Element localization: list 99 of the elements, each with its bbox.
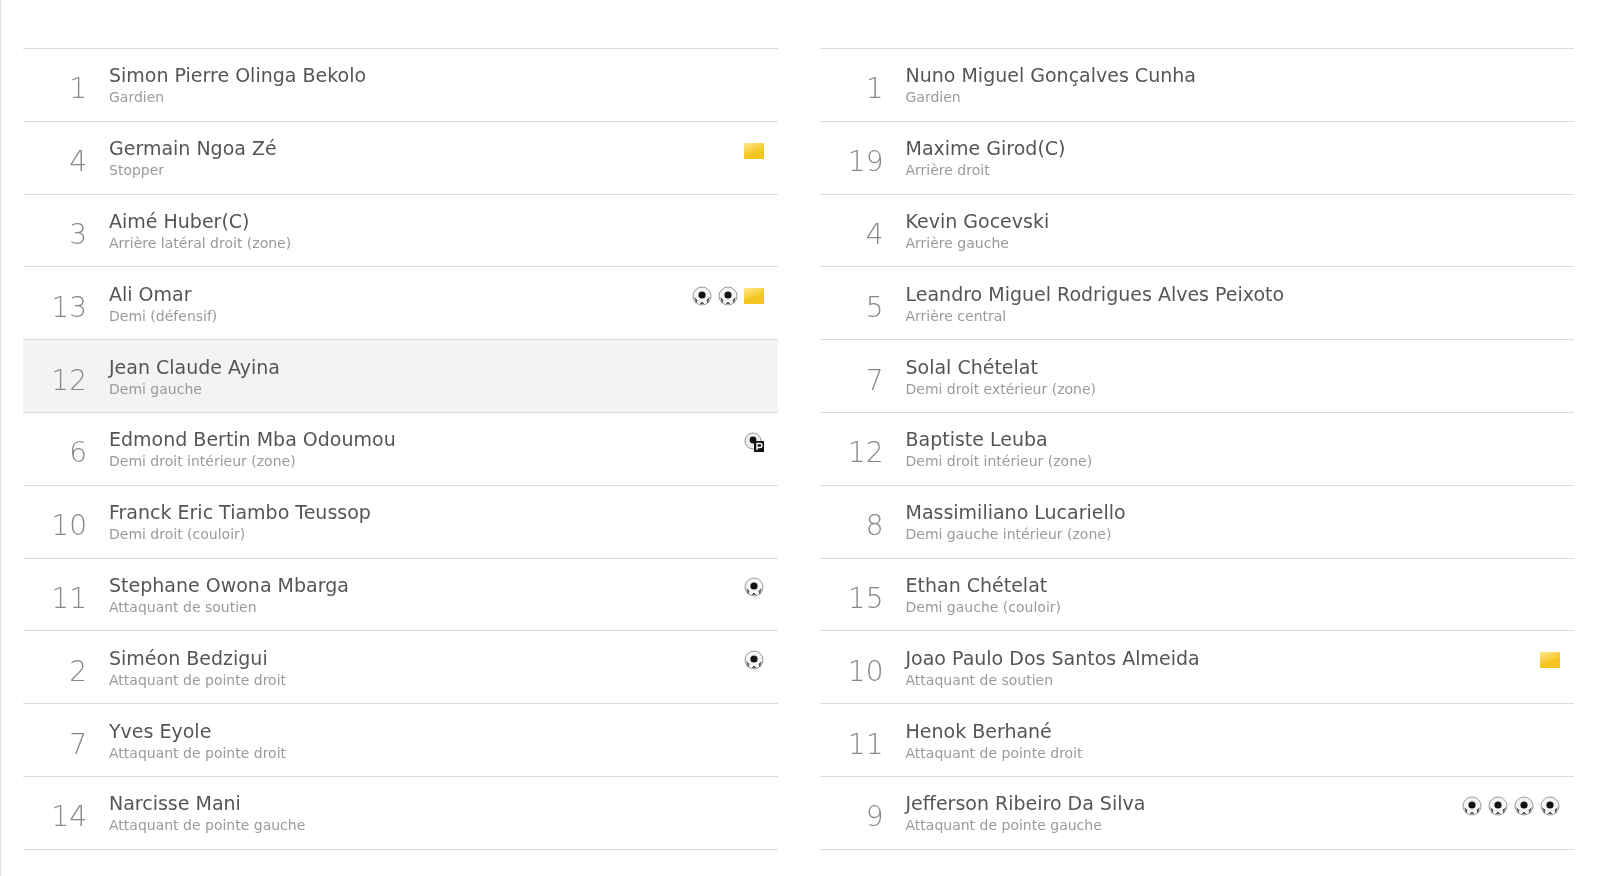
player-name: Nuno Miguel Gonçalves Cunha bbox=[905, 64, 1197, 87]
booking-card-icon bbox=[743, 142, 764, 159]
shirt-number: 1 bbox=[68, 71, 87, 106]
player-row[interactable]: 6 Edmond Bertin Mba Odoumou Demi droit intérieur (zone) bbox=[23, 413, 778, 486]
player-row[interactable]: 4 Kevin Gocevski Arrière gauche bbox=[819, 194, 1574, 268]
player-position: Demi (défensif) bbox=[109, 307, 219, 324]
player-name: Kevin Gocevski bbox=[905, 210, 1051, 232]
shirt-number: 8 bbox=[864, 508, 884, 543]
football-icon bbox=[1488, 795, 1508, 816]
football-icon bbox=[743, 577, 764, 598]
player-position: Stopper bbox=[109, 162, 166, 179]
player-position: Gardien bbox=[109, 89, 166, 106]
player-name: Leandro Miguel Rodrigues Alves Peixoto bbox=[905, 282, 1286, 305]
player-position: Demi gauche (couloir) bbox=[905, 598, 1062, 615]
shirt-number: 2 bbox=[68, 653, 87, 688]
player-name: Maxime Girod(C) bbox=[905, 137, 1067, 160]
shirt-number: 7 bbox=[864, 362, 884, 397]
player-position: Attaquant de pointe droit bbox=[905, 744, 1084, 761]
player-name: Franck Eric Tiambo Teussop bbox=[109, 501, 372, 524]
player-position: Attaquant de pointe gauche bbox=[905, 817, 1103, 834]
player-position: Demi gauche bbox=[109, 380, 203, 397]
football-icon bbox=[1462, 795, 1482, 816]
booking-card-icon bbox=[1540, 652, 1560, 669]
shirt-number: 14 bbox=[50, 799, 87, 834]
shirt-number: 4 bbox=[864, 217, 884, 251]
player-row[interactable]: 15 Ethan Chételat Demi gauche (couloir) bbox=[819, 558, 1574, 632]
player-name: Massimiliano Lucariello bbox=[905, 501, 1127, 524]
player-name: Aimé Huber(C) bbox=[109, 210, 251, 232]
player-row[interactable]: 5 Leandro Miguel Rodrigues Alves Peixoto Arrière central bbox=[819, 267, 1574, 341]
player-name: Narcisse Mani bbox=[109, 792, 242, 815]
shirt-number: 10 bbox=[50, 508, 87, 543]
shirt-number: 15 bbox=[846, 580, 884, 615]
player-row[interactable]: 3 Aimé Huber(C) Arrière latéral droit (zone) bbox=[23, 194, 778, 268]
player-name: Joao Paulo Dos Santos Almeida bbox=[905, 646, 1201, 669]
player-row[interactable]: 10 Franck Eric Tiambo Teussop Demi droit (couloir) bbox=[23, 485, 778, 559]
player-name: Edmond Bertin Mba Odoumou bbox=[109, 428, 397, 451]
player-row[interactable]: 19 Maxime Girod(C) Arrière droit bbox=[819, 121, 1574, 195]
player-name: Ali Omar bbox=[109, 282, 193, 305]
player-name: Jefferson Ribeiro Da Silva bbox=[905, 792, 1147, 815]
player-position: Demi gauche intérieur (zone) bbox=[905, 526, 1113, 543]
football-icon bbox=[691, 286, 712, 307]
player-row[interactable]: 9 Jefferson Ribeiro Da Silva Attaquant de pointe gauche bbox=[819, 776, 1574, 850]
shirt-number: 7 bbox=[68, 726, 87, 761]
player-name: Baptiste Leuba bbox=[905, 428, 1049, 451]
player-row[interactable]: 7 Solal Chételat Demi droit extérieur (zone) bbox=[819, 340, 1574, 413]
shirt-number: 12 bbox=[50, 362, 87, 397]
player-position: Gardien bbox=[905, 89, 962, 106]
player-row[interactable]: 10 Joao Paulo Dos Santos Almeida Attaquant de soutien bbox=[819, 631, 1574, 705]
shirt-number: 19 bbox=[846, 144, 884, 179]
player-name: Siméon Bedzigui bbox=[109, 646, 269, 669]
player-row[interactable]: 8 Massimiliano Lucariello Demi gauche intérieur (zone) bbox=[819, 485, 1574, 559]
player-position: Arrière central bbox=[905, 307, 1008, 324]
player-name: Germain Ngoa Zé bbox=[109, 137, 278, 160]
player-row[interactable]: 1 Nuno Miguel Gonçalves Cunha Gardien bbox=[819, 49, 1574, 122]
player-position: Attaquant de soutien bbox=[109, 598, 258, 615]
shirt-number: 11 bbox=[846, 726, 884, 761]
player-name: Stephane Owona Mbarga bbox=[109, 573, 350, 596]
player-position: Demi droit intérieur (zone) bbox=[905, 453, 1094, 470]
football-penalty-icon bbox=[743, 431, 764, 452]
shirt-number: 5 bbox=[864, 289, 884, 324]
shirt-number: 13 bbox=[50, 289, 87, 324]
shirt-number: 6 bbox=[68, 435, 87, 470]
shirt-number: 3 bbox=[68, 217, 87, 251]
player-name: Jean Claude Ayina bbox=[109, 355, 281, 378]
player-position: Arrière latéral droit (zone) bbox=[109, 235, 293, 251]
player-row[interactable]: 12 Jean Claude Ayina Demi gauche bbox=[23, 340, 778, 413]
shirt-number: 11 bbox=[50, 580, 87, 615]
football-icon bbox=[717, 286, 738, 307]
player-name: Henok Berhané bbox=[905, 719, 1053, 742]
player-row[interactable]: 1 Simon Pierre Olinga Bekolo Gardien bbox=[23, 49, 778, 122]
player-position: Demi droit (couloir) bbox=[109, 526, 247, 543]
player-position: Demi droit intérieur (zone) bbox=[109, 453, 297, 470]
player-name: Yves Eyole bbox=[109, 719, 213, 742]
player-position: Arrière droit bbox=[905, 162, 991, 179]
player-position: Arrière gauche bbox=[905, 235, 1010, 251]
player-name: Ethan Chételat bbox=[905, 573, 1049, 596]
shirt-number: 1 bbox=[864, 71, 884, 106]
player-name: Solal Chételat bbox=[905, 355, 1039, 378]
player-row[interactable]: 4 Germain Ngoa Zé Stopper bbox=[23, 121, 778, 195]
football-icon bbox=[1514, 795, 1534, 816]
player-position: Demi droit extérieur (zone) bbox=[905, 380, 1098, 397]
shirt-number: 10 bbox=[846, 653, 884, 688]
player-position: Attaquant de pointe droit bbox=[109, 671, 288, 688]
player-row[interactable]: 7 Yves Eyole Attaquant de pointe droit bbox=[23, 704, 778, 777]
shirt-number: 9 bbox=[864, 799, 884, 834]
player-position: Attaquant de soutien bbox=[905, 671, 1055, 688]
football-icon bbox=[743, 650, 764, 671]
player-position: Attaquant de pointe droit bbox=[109, 744, 288, 761]
player-row[interactable]: 11 Stephane Owona Mbarga Attaquant de soutien bbox=[23, 558, 778, 632]
player-row[interactable]: 14 Narcisse Mani Attaquant de pointe gauche bbox=[23, 776, 778, 850]
player-row[interactable]: 2 Siméon Bedzigui Attaquant de pointe droit bbox=[23, 631, 778, 705]
shirt-number: 12 bbox=[846, 435, 884, 470]
shirt-number: 4 bbox=[68, 144, 87, 179]
booking-card-icon bbox=[743, 288, 764, 305]
player-row[interactable]: 12 Baptiste Leuba Demi droit intérieur (zone) bbox=[819, 413, 1574, 486]
football-icon bbox=[1540, 795, 1560, 816]
player-row[interactable]: 11 Henok Berhané Attaquant de pointe droit bbox=[819, 704, 1574, 777]
player-name: Simon Pierre Olinga Bekolo bbox=[109, 64, 368, 87]
player-position: Attaquant de pointe gauche bbox=[109, 817, 307, 834]
